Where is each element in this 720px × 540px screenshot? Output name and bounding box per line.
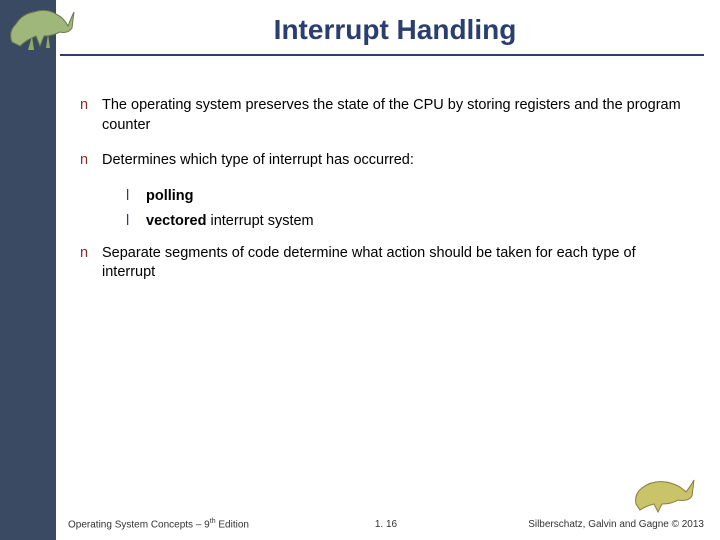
sidebar-band <box>0 0 56 540</box>
sub-bullet-text: vectored interrupt system <box>146 212 690 232</box>
sub-bullet-marker: l <box>126 212 146 232</box>
slide-title: Interrupt Handling <box>90 14 700 46</box>
bullet-marker: n <box>80 151 102 171</box>
bullet-text: The operating system preserves the state… <box>102 96 690 135</box>
keyword-vectored: vectored <box>146 213 206 229</box>
slide-content: n The operating system preserves the sta… <box>80 96 690 299</box>
sub-bullet-tail: interrupt system <box>206 213 313 229</box>
page-number: 1. 16 <box>68 519 704 530</box>
sub-bullet-2: l vectored interrupt system <box>126 212 690 232</box>
sub-bullet-text: polling <box>146 187 690 207</box>
bullet-marker: n <box>80 244 102 283</box>
dinosaur-bottom-icon <box>632 474 700 514</box>
bullet-3: n Separate segments of code determine wh… <box>80 244 690 283</box>
footer: 1. 16 Operating System Concepts – 9th Ed… <box>68 518 704 530</box>
dinosaur-top-icon <box>2 2 82 54</box>
bullet-1: n The operating system preserves the sta… <box>80 96 690 135</box>
sub-bullet-1: l polling <box>126 187 690 207</box>
bullet-text: Separate segments of code determine what… <box>102 244 690 283</box>
sub-bullet-marker: l <box>126 187 146 207</box>
title-underline <box>60 54 704 56</box>
bullet-marker: n <box>80 96 102 135</box>
bullet-text: Determines which type of interrupt has o… <box>102 151 690 171</box>
keyword-polling: polling <box>146 188 194 204</box>
bullet-2: n Determines which type of interrupt has… <box>80 151 690 171</box>
